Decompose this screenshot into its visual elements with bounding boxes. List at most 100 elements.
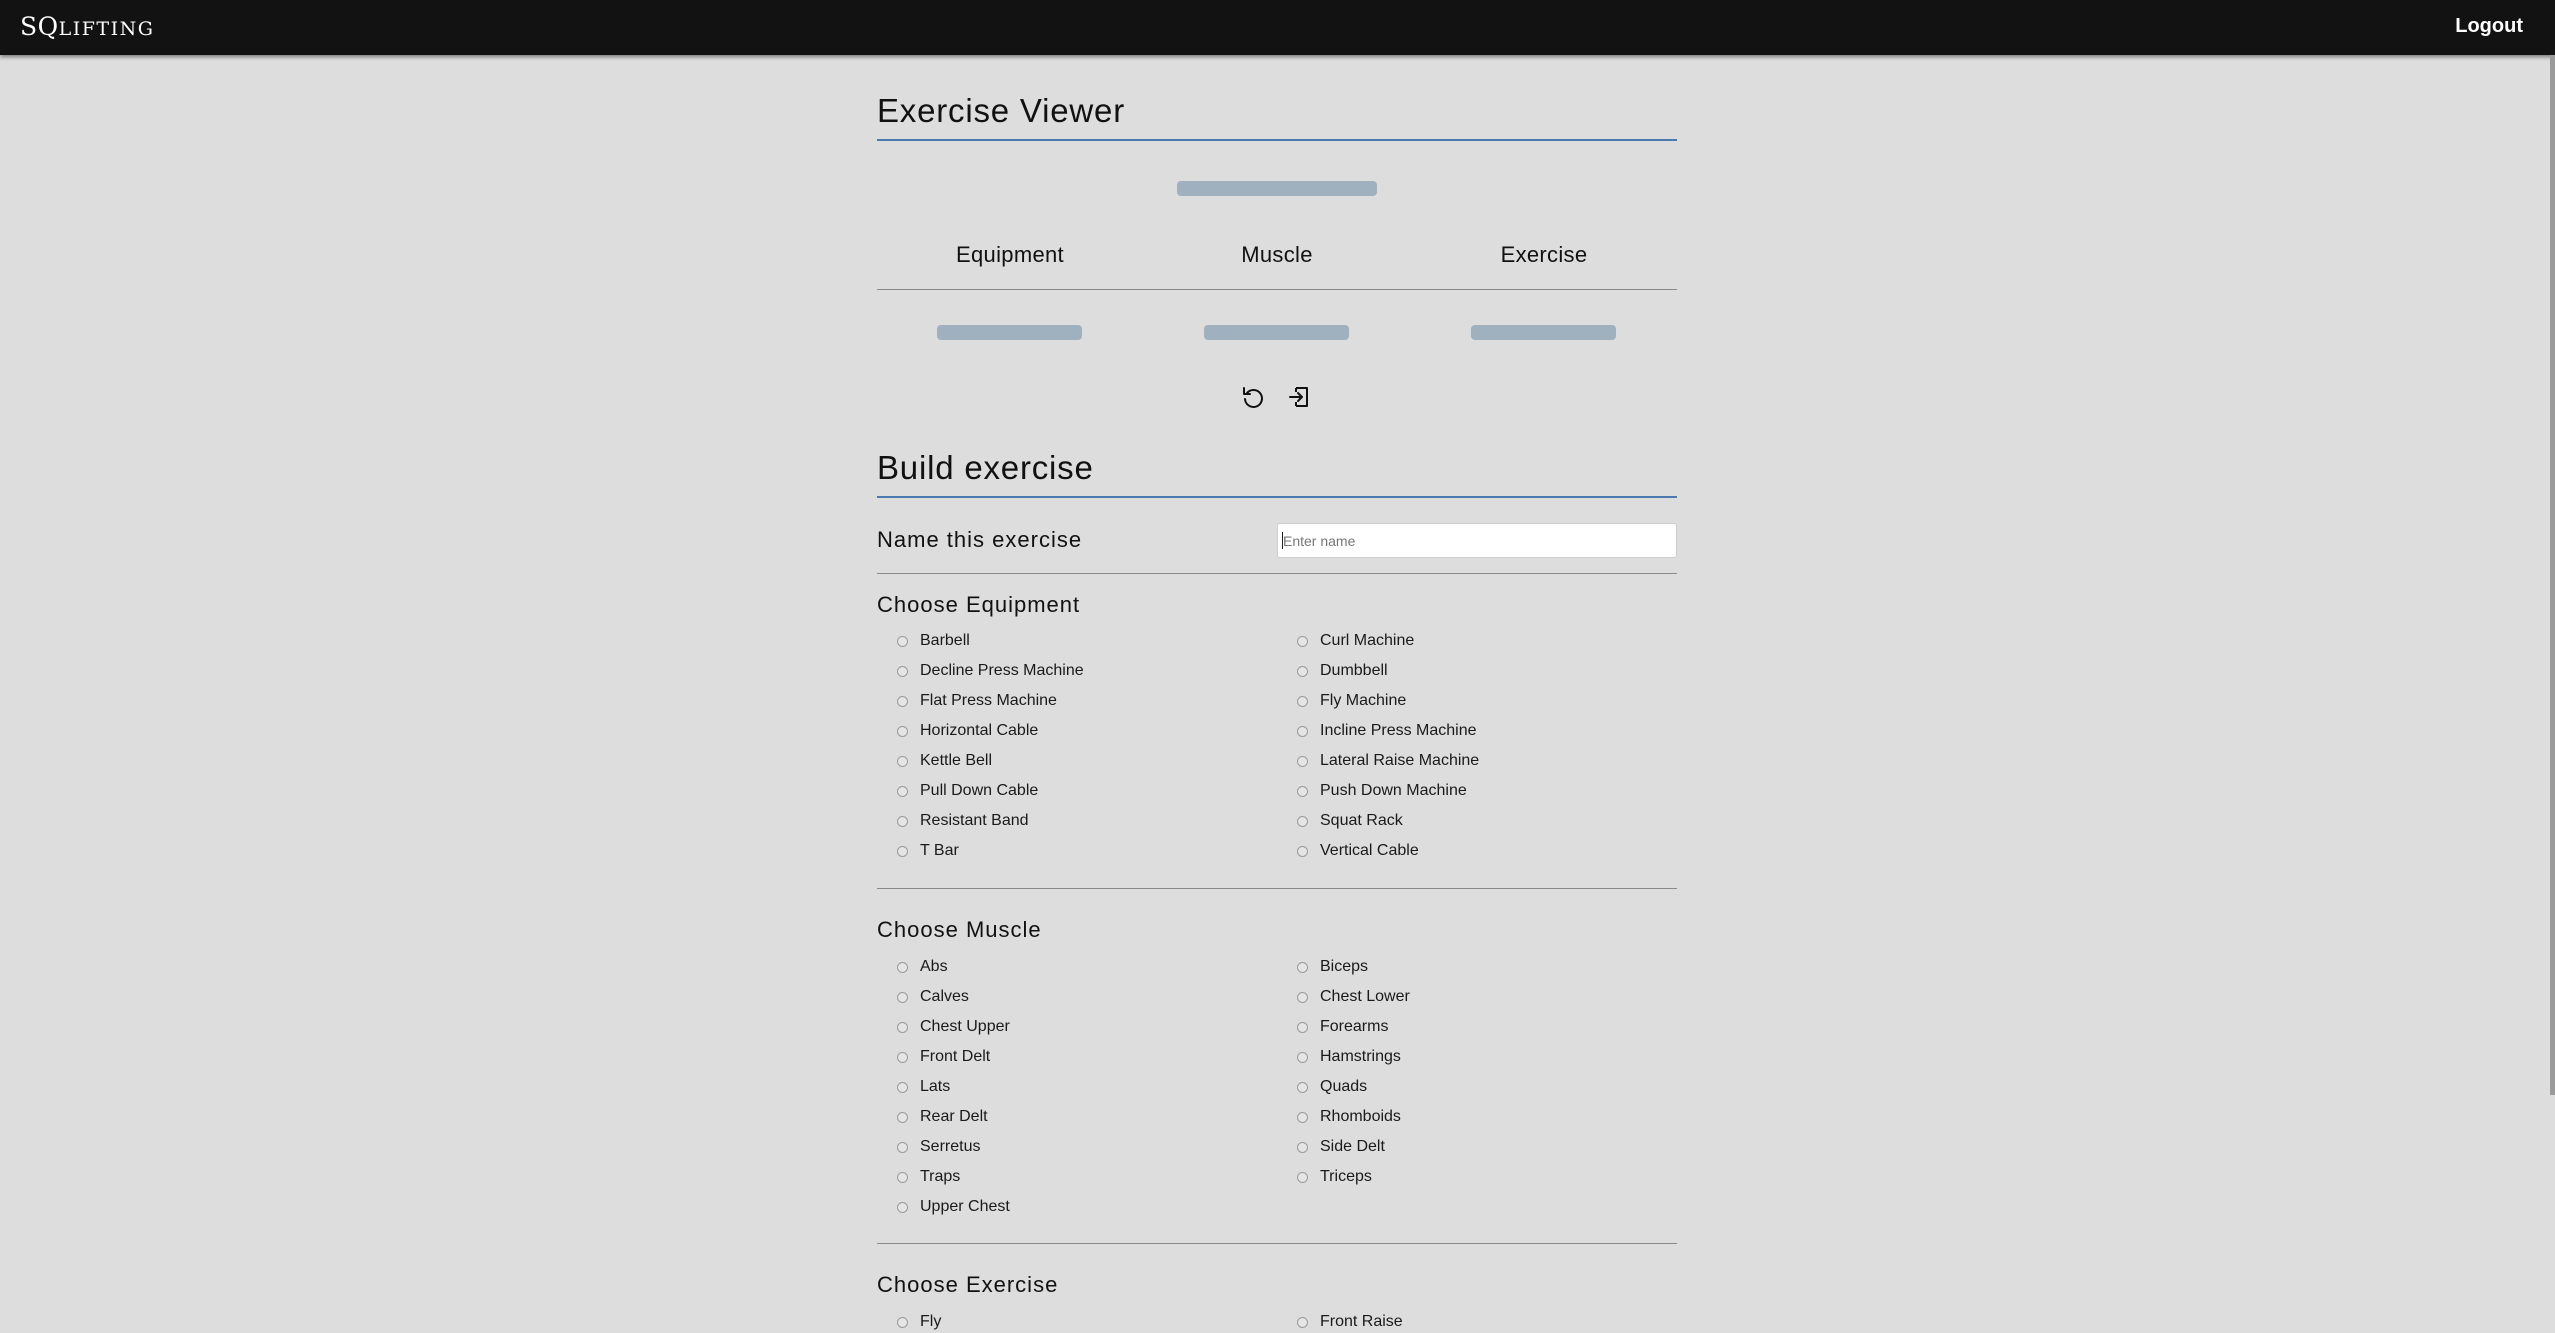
radio-button[interactable] <box>897 1051 908 1063</box>
radio-button[interactable] <box>897 635 908 647</box>
radio-button[interactable] <box>897 725 908 737</box>
name-exercise-label: Name this exercise <box>877 527 1083 552</box>
equipment-option[interactable]: Pull Down Cable <box>877 776 1277 806</box>
enter-icon[interactable] <box>1285 382 1315 412</box>
equipment-loading-placeholder <box>937 325 1082 340</box>
radio-button[interactable] <box>897 991 908 1003</box>
radio-button[interactable] <box>897 785 908 797</box>
equipment-options: Barbell Curl Machine Decline Press Machine… <box>877 626 1677 866</box>
equipment-option[interactable]: Flat Press Machine <box>877 686 1277 716</box>
muscle-option[interactable]: Biceps <box>1277 952 1677 982</box>
exercise-option[interactable]: Fly <box>877 1307 1277 1333</box>
radio-button[interactable] <box>1297 665 1308 677</box>
radio-button[interactable] <box>1297 755 1308 767</box>
muscle-option[interactable]: Rear Delt <box>877 1102 1277 1132</box>
radio-button[interactable] <box>897 1171 908 1183</box>
equipment-option[interactable]: Vertical Cable <box>1277 836 1677 866</box>
muscle-option[interactable]: Calves <box>877 982 1277 1012</box>
equipment-option[interactable]: Decline Press Machine <box>877 656 1277 686</box>
radio-button[interactable] <box>1297 815 1308 827</box>
muscle-option[interactable]: Rhomboids <box>1277 1102 1677 1132</box>
radio-button[interactable] <box>897 1141 908 1153</box>
radio-button[interactable] <box>1297 1141 1308 1153</box>
radio-button[interactable] <box>897 961 908 973</box>
radio-button[interactable] <box>1297 785 1308 797</box>
muscle-option-label: Lats <box>920 1078 951 1095</box>
viewer-loading-placeholder <box>1177 181 1377 196</box>
muscle-option[interactable]: Forearms <box>1277 1012 1677 1042</box>
muscle-option-label: Rear Delt <box>920 1108 988 1125</box>
radio-button[interactable] <box>1297 961 1308 973</box>
equipment-option[interactable]: Dumbbell <box>1277 656 1677 686</box>
equipment-option-label: Curl Machine <box>1320 632 1415 649</box>
logout-button[interactable]: Logout <box>2455 15 2523 38</box>
refresh-icon[interactable] <box>1238 382 1268 412</box>
radio-button[interactable] <box>897 1021 908 1033</box>
exercise-name-input[interactable] <box>1277 523 1677 558</box>
equipment-option-label: Fly Machine <box>1320 692 1407 709</box>
equipment-option[interactable]: Lateral Raise Machine <box>1277 746 1677 776</box>
equipment-option-label: Barbell <box>920 632 970 649</box>
muscle-option[interactable]: Front Delt <box>877 1042 1277 1072</box>
muscle-option-label: Quads <box>1320 1078 1368 1095</box>
viewer-columns-divider <box>877 289 1677 290</box>
radio-button[interactable] <box>1297 1111 1308 1123</box>
radio-button[interactable] <box>897 1201 908 1213</box>
equipment-option[interactable]: Resistant Band <box>877 806 1277 836</box>
muscle-option[interactable]: Quads <box>1277 1072 1677 1102</box>
equipment-section-title: Choose Equipment <box>877 592 1081 617</box>
equipment-option[interactable]: Push Down Machine <box>1277 776 1677 806</box>
radio-button[interactable] <box>897 1111 908 1123</box>
equipment-option[interactable]: Squat Rack <box>1277 806 1677 836</box>
page-scrollbar[interactable] <box>2550 55 2555 1095</box>
exercise-option-label: Fly <box>920 1313 942 1330</box>
radio-button[interactable] <box>1297 991 1308 1003</box>
name-divider <box>877 573 1677 574</box>
text-caret <box>1282 532 1283 549</box>
muscle-option[interactable]: Chest Lower <box>1277 982 1677 1012</box>
equipment-option[interactable]: Curl Machine <box>1277 626 1677 656</box>
brand-logo[interactable]: SQLIFTING <box>20 12 154 41</box>
muscle-option-label: Chest Upper <box>920 1018 1010 1035</box>
radio-button[interactable] <box>1297 1051 1308 1063</box>
muscle-option[interactable]: Serretus <box>877 1132 1277 1162</box>
radio-button[interactable] <box>1297 725 1308 737</box>
muscle-option-label: Front Delt <box>920 1048 991 1065</box>
muscle-option[interactable]: Abs <box>877 952 1277 982</box>
radio-button[interactable] <box>897 755 908 767</box>
viewer-col-muscle: Muscle <box>1241 242 1313 267</box>
exercise-option[interactable]: Front Raise <box>1277 1307 1677 1333</box>
equipment-option-label: T Bar <box>920 842 959 859</box>
muscle-option[interactable]: Traps <box>877 1162 1277 1192</box>
equipment-option[interactable]: T Bar <box>877 836 1277 866</box>
muscle-option[interactable]: Lats <box>877 1072 1277 1102</box>
radio-button[interactable] <box>1297 1171 1308 1183</box>
muscle-option[interactable]: Hamstrings <box>1277 1042 1677 1072</box>
radio-button[interactable] <box>897 1316 908 1328</box>
viewer-col-exercise: Exercise <box>1500 242 1588 267</box>
muscle-option[interactable]: Upper Chest <box>877 1192 1277 1222</box>
muscle-option-label: Abs <box>920 958 948 975</box>
muscle-option[interactable]: Chest Upper <box>877 1012 1277 1042</box>
radio-button[interactable] <box>1297 1021 1308 1033</box>
equipment-option[interactable]: Horizontal Cable <box>877 716 1277 746</box>
radio-button[interactable] <box>897 665 908 677</box>
equipment-option[interactable]: Barbell <box>877 626 1277 656</box>
equipment-option[interactable]: Fly Machine <box>1277 686 1677 716</box>
radio-button[interactable] <box>1297 1081 1308 1093</box>
viewer-title: Exercise Viewer <box>877 92 1125 129</box>
radio-button[interactable] <box>1297 845 1308 857</box>
radio-button[interactable] <box>897 1081 908 1093</box>
radio-button[interactable] <box>897 695 908 707</box>
radio-button[interactable] <box>1297 1316 1308 1328</box>
muscle-option[interactable]: Side Delt <box>1277 1132 1677 1162</box>
equipment-option-label: Decline Press Machine <box>920 662 1084 679</box>
radio-button[interactable] <box>1297 635 1308 647</box>
radio-button[interactable] <box>897 845 908 857</box>
muscle-option[interactable]: Triceps <box>1277 1162 1677 1192</box>
radio-button[interactable] <box>897 815 908 827</box>
equipment-option[interactable]: Kettle Bell <box>877 746 1277 776</box>
brand-prefix: SQ <box>20 12 59 41</box>
equipment-option[interactable]: Incline Press Machine <box>1277 716 1677 746</box>
radio-button[interactable] <box>1297 695 1308 707</box>
